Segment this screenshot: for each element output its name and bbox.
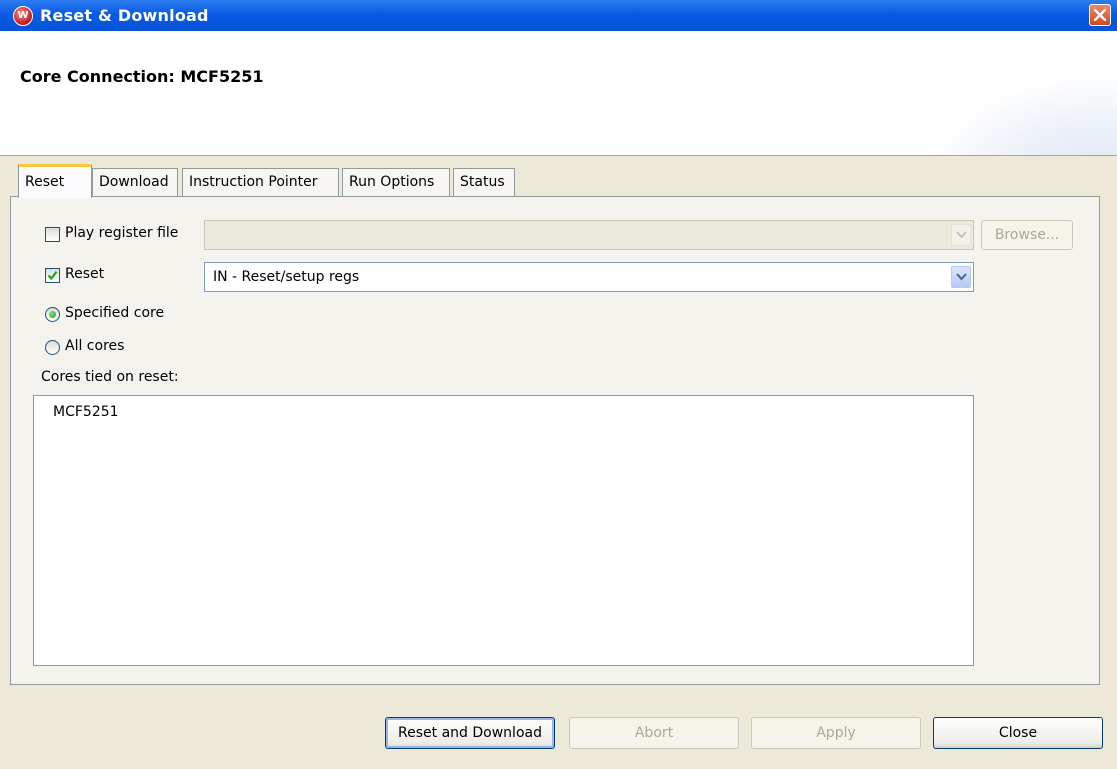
reset-type-value: IN - Reset/setup regs bbox=[213, 269, 360, 285]
tab-status[interactable]: Status bbox=[453, 168, 515, 196]
header-decoration bbox=[917, 71, 1117, 155]
chevron-down-icon[interactable] bbox=[951, 266, 971, 288]
chevron-down-icon bbox=[951, 224, 971, 246]
cores-tied-label: Cores tied on reset: bbox=[41, 369, 179, 385]
checkmark-icon bbox=[47, 271, 58, 281]
all-cores-radio[interactable] bbox=[45, 340, 60, 355]
specified-core-label: Specified core bbox=[65, 305, 165, 321]
apply-button: Apply bbox=[751, 717, 921, 749]
wind-river-logo-icon: W bbox=[13, 6, 33, 26]
reset-type-combo[interactable]: IN - Reset/setup regs bbox=[204, 262, 974, 292]
specified-core-radio[interactable] bbox=[45, 307, 60, 322]
close-window-button[interactable] bbox=[1089, 4, 1111, 26]
close-button[interactable]: Close bbox=[933, 717, 1103, 749]
tab-download[interactable]: Download bbox=[92, 168, 178, 196]
tab-run-options[interactable]: Run Options bbox=[342, 168, 450, 196]
header-banner: Core Connection: MCF5251 bbox=[0, 31, 1117, 156]
list-item[interactable]: MCF5251 bbox=[53, 404, 119, 420]
title-bar[interactable]: W Reset & Download bbox=[0, 0, 1117, 32]
abort-button: Abort bbox=[569, 717, 739, 749]
close-icon bbox=[1094, 9, 1106, 21]
reset-download-dialog: W Reset & Download Core Connection: MCF5… bbox=[0, 0, 1117, 769]
reset-label: Reset bbox=[65, 266, 105, 282]
play-register-file-checkbox[interactable] bbox=[45, 227, 60, 242]
register-file-combo bbox=[204, 220, 974, 250]
radio-selected-dot bbox=[49, 311, 56, 318]
reset-and-download-button[interactable]: Reset and Download bbox=[385, 717, 555, 749]
tab-instruction-pointer[interactable]: Instruction Pointer bbox=[182, 168, 339, 196]
tab-reset[interactable]: Reset bbox=[18, 164, 92, 198]
page-title: Core Connection: MCF5251 bbox=[20, 67, 264, 86]
reset-checkbox[interactable] bbox=[45, 268, 60, 283]
cores-listbox[interactable]: MCF5251 bbox=[33, 395, 974, 666]
browse-button: Browse... bbox=[981, 220, 1073, 250]
play-register-file-label: Play register file bbox=[65, 225, 179, 241]
window-title: Reset & Download bbox=[40, 6, 209, 25]
all-cores-label: All cores bbox=[65, 338, 125, 354]
